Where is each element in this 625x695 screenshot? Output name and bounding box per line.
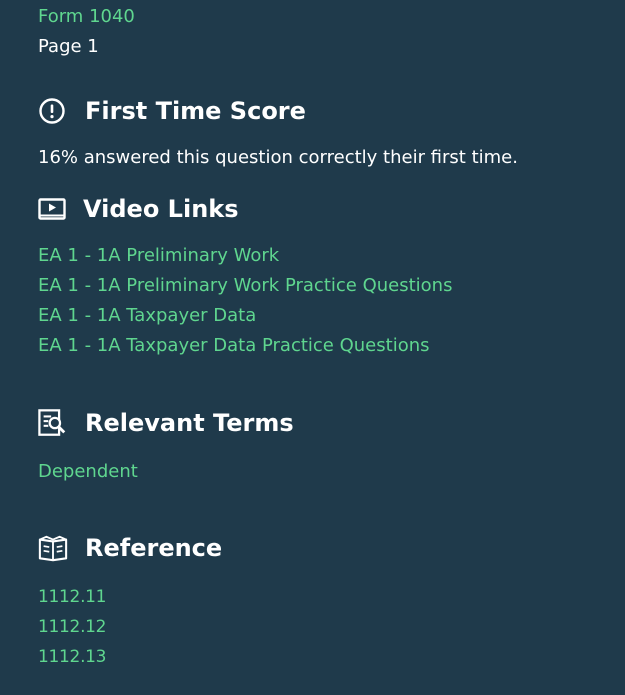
first-time-score-text: 16% answered this question correctly the… [38, 147, 518, 168]
video-links-title: Video Links [83, 195, 239, 223]
video-link-item[interactable]: EA 1 - 1A Preliminary Work [38, 241, 452, 271]
video-link-item[interactable]: EA 1 - 1A Preliminary Work Practice Ques… [38, 271, 452, 301]
video-play-icon [38, 194, 68, 224]
relevant-terms-list: Dependent [38, 457, 138, 487]
relevant-term-item[interactable]: Dependent [38, 457, 138, 487]
video-link-item[interactable]: EA 1 - 1A Taxpayer Data Practice Questio… [38, 331, 452, 361]
first-time-score-title: First Time Score [85, 97, 306, 125]
reference-title: Reference [85, 534, 223, 562]
first-time-score-heading: First Time Score [38, 96, 306, 126]
reference-list: 1112.11 1112.12 1112.13 [38, 582, 107, 672]
page-label: Page 1 [38, 36, 99, 57]
form-1040-link[interactable]: Form 1040 [38, 2, 135, 32]
video-links-heading: Video Links [38, 194, 239, 224]
reference-item[interactable]: 1112.13 [38, 642, 107, 672]
reference-item[interactable]: 1112.11 [38, 582, 107, 612]
form-reference-block: Form 1040 Page 1 [38, 2, 135, 62]
video-link-item[interactable]: EA 1 - 1A Taxpayer Data [38, 301, 452, 331]
reference-item[interactable]: 1112.12 [38, 612, 107, 642]
open-book-icon [38, 533, 68, 563]
reference-heading: Reference [38, 533, 222, 563]
relevant-terms-heading: Relevant Terms [38, 408, 294, 438]
exclamation-circle-icon [38, 96, 68, 126]
video-links-list: EA 1 - 1A Preliminary Work EA 1 - 1A Pre… [38, 241, 452, 361]
document-search-icon [38, 408, 68, 438]
relevant-terms-title: Relevant Terms [85, 409, 294, 437]
